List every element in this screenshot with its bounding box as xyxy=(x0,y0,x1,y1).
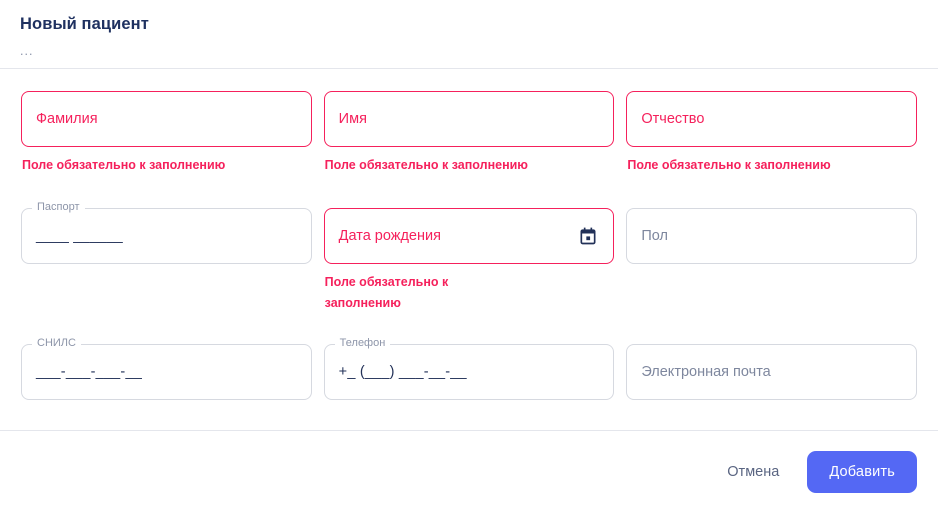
first-name-error: Поле обязательно к заполнению xyxy=(324,158,528,172)
dialog-header: Новый пациент ... xyxy=(0,0,938,68)
last-name-input[interactable]: Фамилия xyxy=(21,91,312,147)
field-cell-gender: Пол xyxy=(620,208,923,264)
field-cell-snils: СНИЛС ___-___-___-__ xyxy=(15,337,318,400)
gender-placeholder: Пол xyxy=(641,228,668,244)
form-row-names: Фамилия Поле обязательно к заполнению Им… xyxy=(15,91,923,176)
field-cell-passport: Паспорт ____ ______ xyxy=(15,201,318,264)
birth-date-error: Поле обязательно к заполнению xyxy=(324,275,449,310)
middle-name-placeholder: Отчество xyxy=(641,111,705,127)
field-cell-phone: Телефон +_ (___) ___-__-__ xyxy=(318,337,621,400)
field-cell-first-name: Имя Поле обязательно к заполнению xyxy=(318,91,621,176)
field-cell-email: Электронная почта xyxy=(620,344,923,400)
last-name-placeholder: Фамилия xyxy=(36,111,98,127)
last-name-error: Поле обязательно к заполнению xyxy=(22,158,226,172)
row-spacer-2 xyxy=(15,314,923,344)
email-placeholder: Электронная почта xyxy=(641,364,771,380)
email-input[interactable]: Электронная почта xyxy=(626,344,918,400)
snils-label: СНИЛС xyxy=(32,337,81,350)
dialog-footer: Отмена Добавить xyxy=(0,431,938,512)
field-cell-middle-name: Отчество Поле обязательно к заполнению xyxy=(620,91,923,176)
passport-label: Паспорт xyxy=(32,201,85,214)
calendar-icon[interactable] xyxy=(577,225,599,247)
gender-input[interactable]: Пол xyxy=(626,208,918,264)
cancel-button[interactable]: Отмена xyxy=(713,453,793,491)
new-patient-dialog: Новый пациент ... Фамилия Поле обязатель… xyxy=(0,0,938,512)
snils-input[interactable]: ___-___-___-__ xyxy=(21,344,312,400)
field-birth-date: Дата рождения xyxy=(323,208,615,264)
field-email: Электронная почта xyxy=(626,344,918,400)
field-phone: Телефон +_ (___) ___-__-__ xyxy=(323,337,615,400)
form-row-document: Паспорт ____ ______ Дата рождения Поле о… xyxy=(15,201,923,314)
middle-name-input[interactable]: Отчество xyxy=(626,91,918,147)
submit-button[interactable]: Добавить xyxy=(807,450,917,493)
phone-value: +_ (___) ___-__-__ xyxy=(338,364,467,380)
field-snils: СНИЛС ___-___-___-__ xyxy=(21,337,312,400)
patient-form: Фамилия Поле обязательно к заполнению Им… xyxy=(0,69,938,430)
first-name-placeholder: Имя xyxy=(338,111,367,127)
field-gender: Пол xyxy=(626,208,918,264)
field-last-name: Фамилия xyxy=(21,91,312,147)
passport-value: ____ ______ xyxy=(36,228,123,244)
phone-label: Телефон xyxy=(334,337,391,350)
middle-name-error: Поле обязательно к заполнению xyxy=(627,158,831,172)
field-cell-birth-date: Дата рождения Поле обязательно к заполне… xyxy=(318,208,621,314)
birth-date-placeholder: Дата рождения xyxy=(338,228,441,244)
row-spacer-1 xyxy=(15,176,923,208)
field-cell-last-name: Фамилия Поле обязательно к заполнению xyxy=(15,91,318,176)
birth-date-input[interactable]: Дата рождения xyxy=(323,208,615,264)
form-row-contacts: СНИЛС ___-___-___-__ Телефон +_ (___) __… xyxy=(15,337,923,400)
first-name-input[interactable]: Имя xyxy=(323,91,615,147)
dialog-subtitle: ... xyxy=(20,44,34,58)
page-title: Новый пациент xyxy=(20,15,149,33)
passport-input[interactable]: ____ ______ xyxy=(21,208,312,264)
field-first-name: Имя xyxy=(323,91,615,147)
snils-value: ___-___-___-__ xyxy=(36,364,142,380)
field-middle-name: Отчество xyxy=(626,91,918,147)
phone-input[interactable]: +_ (___) ___-__-__ xyxy=(323,344,615,400)
field-passport: Паспорт ____ ______ xyxy=(21,201,312,264)
